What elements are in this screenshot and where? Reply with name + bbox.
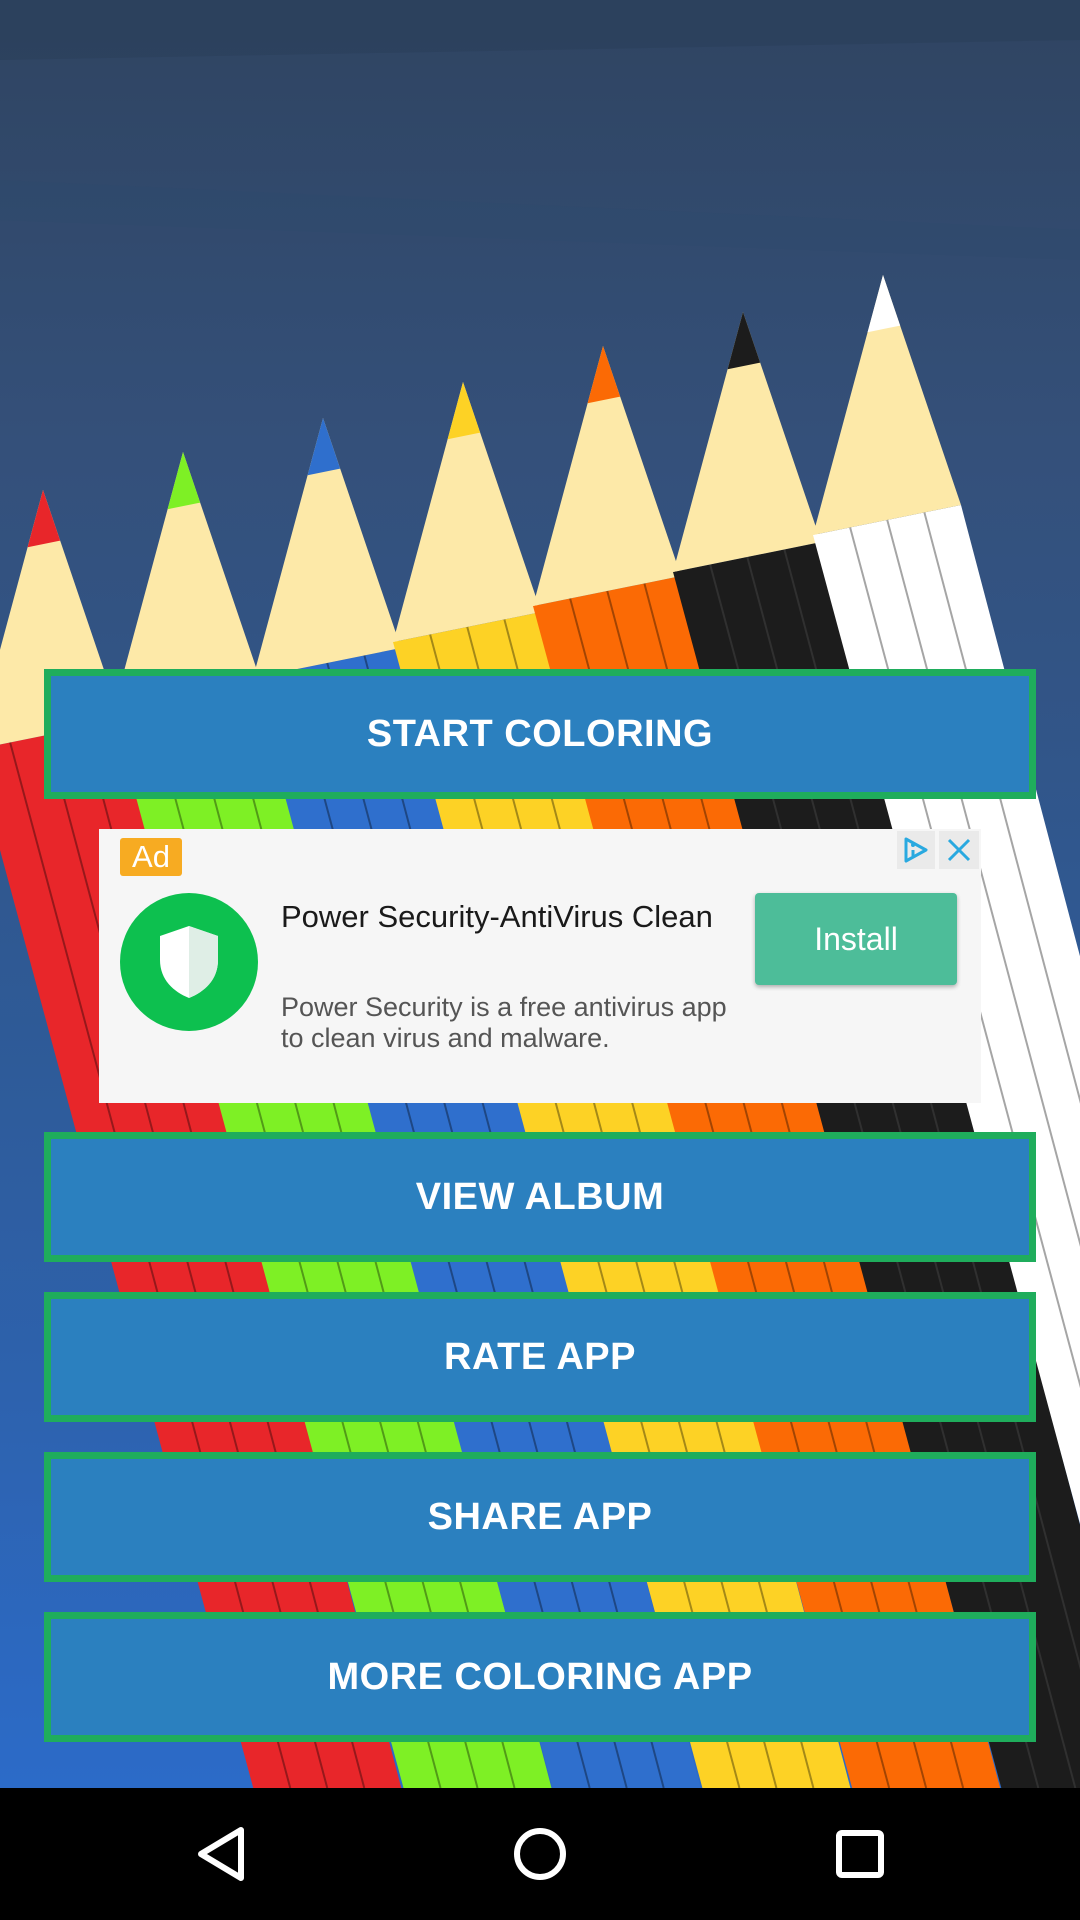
rate-app-label: RATE APP xyxy=(444,1335,636,1378)
install-button[interactable]: Install xyxy=(755,893,957,985)
adchoices-icon[interactable] xyxy=(897,831,935,869)
pencil-tip xyxy=(867,275,901,333)
home-circle-icon[interactable] xyxy=(490,1808,590,1900)
system-nav-bar xyxy=(0,1788,1080,1920)
app-screen: START COLORING Ad Power Security-AntiVir… xyxy=(0,0,1080,1920)
share-app-label: SHARE APP xyxy=(427,1495,653,1538)
ad-title[interactable]: Power Security-AntiVirus Clean xyxy=(281,897,731,936)
more-coloring-app-label: MORE COLORING APP xyxy=(327,1655,753,1698)
ad-description: Power Security is a free antivirus app t… xyxy=(281,992,727,1053)
start-coloring-label: START COLORING xyxy=(366,712,714,755)
view-album-label: VIEW ALBUM xyxy=(415,1175,665,1218)
more-coloring-app-button[interactable]: MORE COLORING APP xyxy=(44,1612,1036,1742)
pencil-tip xyxy=(447,382,481,440)
start-coloring-button[interactable]: START COLORING xyxy=(44,669,1036,799)
rate-app-button[interactable]: RATE APP xyxy=(44,1292,1036,1422)
shield-icon[interactable] xyxy=(120,893,258,1031)
pencil-tip xyxy=(587,346,621,404)
ad-badge: Ad xyxy=(120,838,182,876)
pencil-tip xyxy=(167,452,201,510)
pencil-tip xyxy=(27,490,61,548)
back-triangle-icon[interactable] xyxy=(171,1808,271,1900)
pencil-tip xyxy=(727,312,761,370)
share-app-button[interactable]: SHARE APP xyxy=(44,1452,1036,1582)
close-icon[interactable] xyxy=(939,831,979,869)
ad-banner[interactable]: Ad Power Security-AntiVirus Clean Power … xyxy=(99,829,981,1103)
view-album-button[interactable]: VIEW ALBUM xyxy=(44,1132,1036,1262)
pencil-tip xyxy=(307,418,341,476)
recents-square-icon[interactable] xyxy=(810,1808,910,1900)
